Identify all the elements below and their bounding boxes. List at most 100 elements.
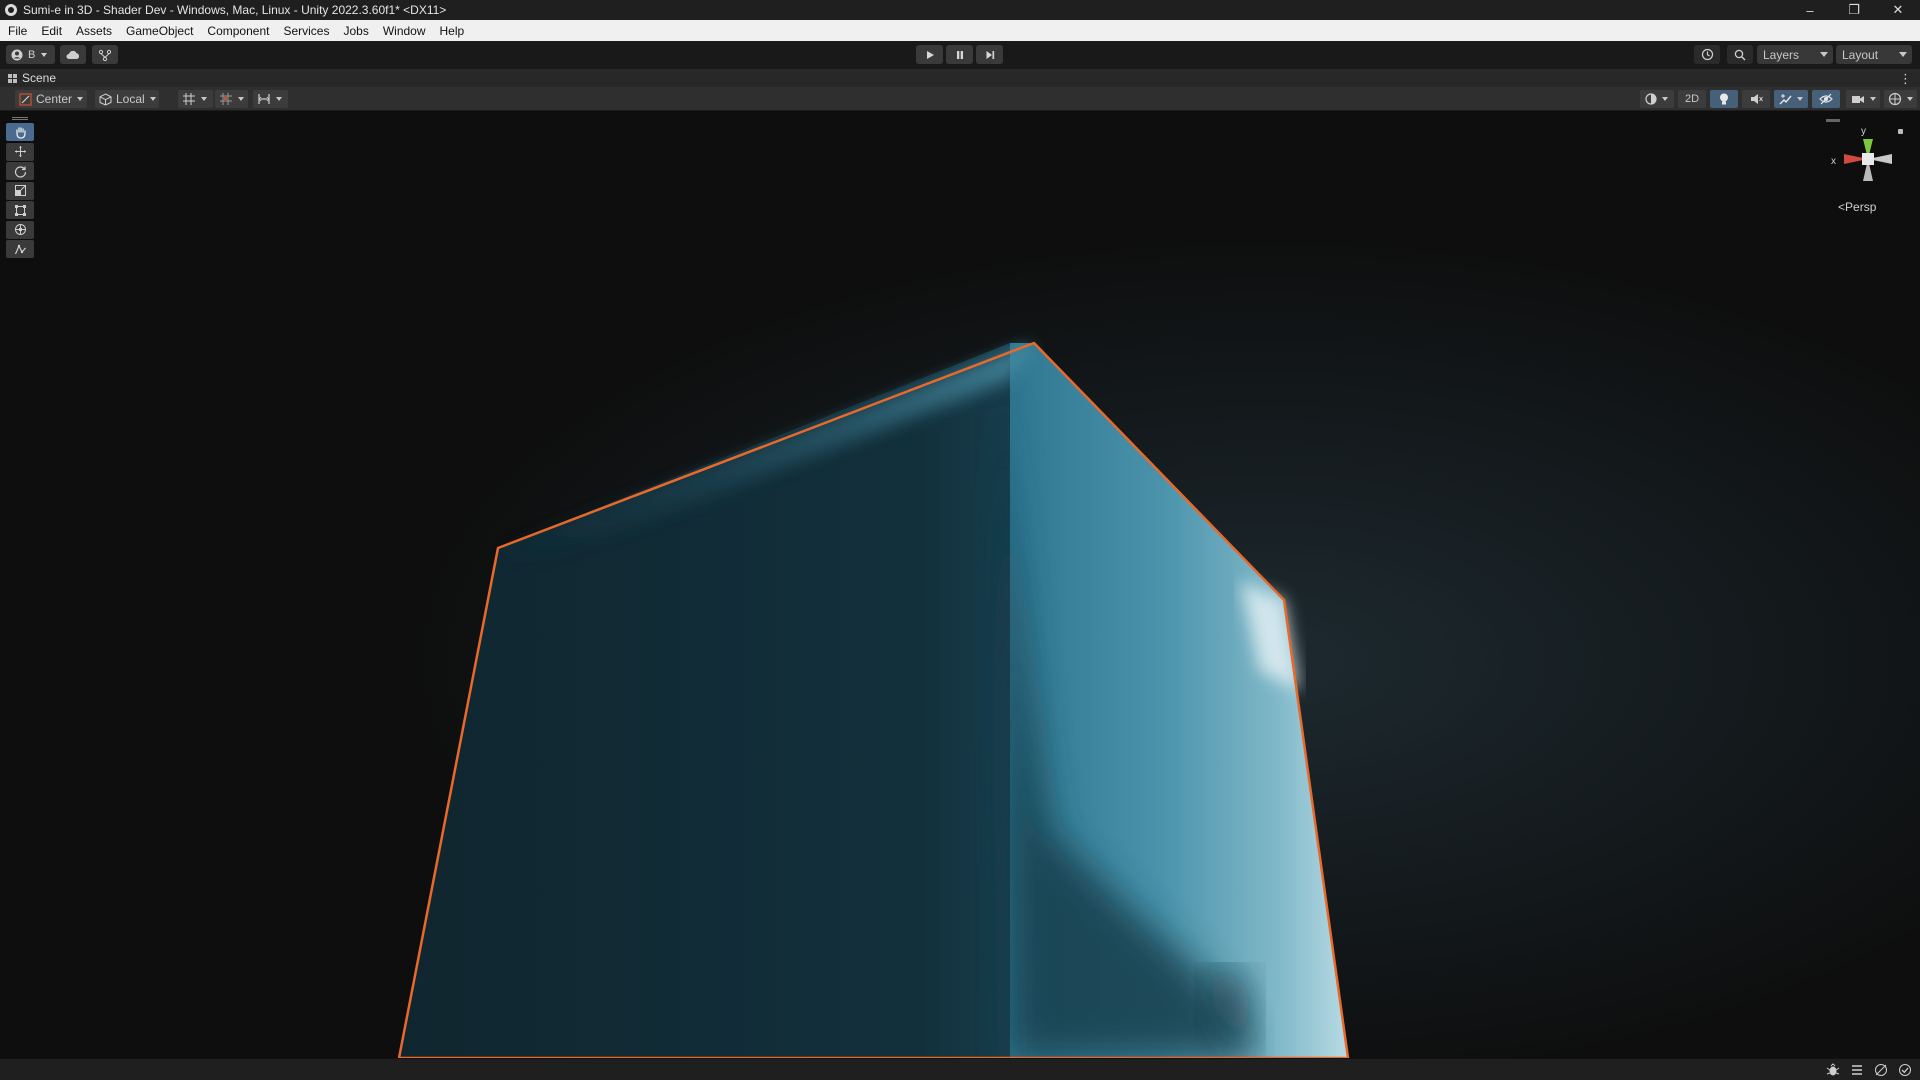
hand-tool-button[interactable] [6,123,34,141]
local-cube-icon [99,92,112,106]
chevron-down-icon [1662,97,1668,101]
chevron-down-icon [77,97,84,101]
toggle-2d-button[interactable]: 2D [1678,90,1706,108]
toggle-audio-button[interactable] [1742,90,1770,108]
rotate-tool-button[interactable] [6,162,34,180]
gizmos-globe-icon [1888,92,1902,106]
pivot-center-icon [19,92,32,106]
pivot-mode-dropdown[interactable]: Center [15,90,87,108]
move-arrows-icon [14,146,26,157]
draw-mode-dropdown[interactable] [1640,90,1674,108]
debug-bug-icon[interactable] [1826,1063,1840,1077]
menu-gameobject[interactable]: GameObject [118,24,199,38]
gizmo-grip-icon [1826,119,1840,122]
increment-snap-dropdown[interactable] [215,90,248,108]
menu-file[interactable]: File [0,24,33,38]
space-mode-dropdown[interactable]: Local [95,90,159,108]
title-bar: Sumi-e in 3D - Shader Dev - Windows, Mac… [0,0,1920,20]
chevron-down-icon [149,97,156,101]
chevron-down-icon [41,52,48,57]
account-label: B [28,48,36,61]
account-button[interactable]: B [6,45,55,64]
main-toolbar: B Layers Layout [0,41,1920,68]
grid-snap-icon [183,93,195,105]
layout-dropdown[interactable]: Layout [1836,45,1912,64]
effects-dropdown[interactable] [1774,90,1808,108]
move-tool-button[interactable] [6,142,34,161]
menu-jobs[interactable]: Jobs [335,24,374,38]
chevron-down-icon [1797,97,1803,101]
menu-component[interactable]: Component [199,24,275,38]
tab-scene-label: Scene [22,71,57,85]
undo-history-button[interactable] [1694,45,1720,64]
cloud-icon [66,50,80,59]
cloud-button[interactable] [60,45,86,64]
window-controls: – ❐ ✕ [1788,0,1920,20]
tools-overlay [5,115,35,270]
window-title: Sumi-e in 3D - Shader Dev - Windows, Mac… [23,3,447,17]
restore-button[interactable]: ❐ [1832,0,1876,20]
tab-scene[interactable]: Scene [0,71,56,85]
unity-logo-icon [5,4,17,16]
shaded-sphere-icon [1645,93,1657,105]
increment-snap-icon [220,93,232,105]
eye-hidden-icon [1819,93,1833,105]
toggle-lighting-button[interactable] [1710,90,1738,108]
camera-settings-dropdown[interactable] [1846,90,1880,108]
more-options-icon[interactable]: ⋮ [1899,71,1912,87]
space-mode-label: Local [116,92,145,106]
scale-icon [14,185,26,196]
layers-label: Layers [1763,47,1800,62]
audio-mute-icon [1750,94,1763,104]
scene-toolbar: Center Local 2D [0,87,1920,111]
scene-viewport[interactable] [0,111,1920,1058]
gizmo-center-cube[interactable] [1862,153,1874,165]
scale-tool-button[interactable] [6,181,34,200]
menu-assets[interactable]: Assets [68,24,118,38]
layers-dropdown[interactable]: Layers [1757,45,1833,64]
transform-tool-button[interactable] [6,220,34,239]
search-icon [1734,49,1746,60]
light-bulb-icon [1720,93,1728,104]
menu-window[interactable]: Window [375,24,432,38]
pivot-mode-label: Center [36,92,73,106]
play-button[interactable] [916,45,943,64]
minimize-button[interactable]: – [1788,0,1832,20]
effects-icon [1779,93,1792,104]
scene-render [0,111,1920,1058]
custom-tool-icon [14,244,26,254]
projection-toggle[interactable]: <Persp [1838,200,1876,214]
pause-button[interactable] [946,45,973,64]
search-button[interactable] [1727,45,1753,64]
transform-icon [14,224,26,235]
layout-label: Layout [1842,47,1879,62]
rect-tool-button[interactable] [6,201,34,219]
chevron-down-icon [1899,52,1907,57]
toggle-hidden-objects-button[interactable] [1812,90,1840,108]
play-icon [926,50,934,59]
status-bar [0,1058,1920,1080]
check-circle-icon[interactable] [1898,1063,1912,1077]
account-icon [11,49,23,60]
chevron-down-icon [1870,97,1876,101]
close-button[interactable]: ✕ [1876,0,1920,20]
menu-edit[interactable]: Edit [33,24,68,38]
axis-gizmo-icon: y x [1826,119,1903,181]
menu-services[interactable]: Services [275,24,335,38]
scene-tab-bar: Scene ⋮ [0,68,1920,87]
chevron-down-icon [201,97,207,101]
align-dropdown[interactable] [253,90,288,108]
projection-arrow-icon: < [1838,200,1846,214]
custom-tool-button[interactable] [6,240,34,258]
step-button[interactable] [976,45,1003,64]
version-control-button[interactable] [92,45,118,64]
gizmos-dropdown[interactable] [1884,90,1917,108]
camera-icon [1852,95,1864,103]
menu-help[interactable]: Help [432,24,471,38]
lock-icon[interactable] [1898,129,1903,134]
grid-snap-dropdown[interactable] [178,90,213,108]
drag-handle-icon[interactable] [12,117,28,120]
chevron-down-icon [1820,52,1828,57]
network-icon[interactable] [1874,1063,1888,1077]
progress-stack-icon[interactable] [1850,1063,1864,1077]
